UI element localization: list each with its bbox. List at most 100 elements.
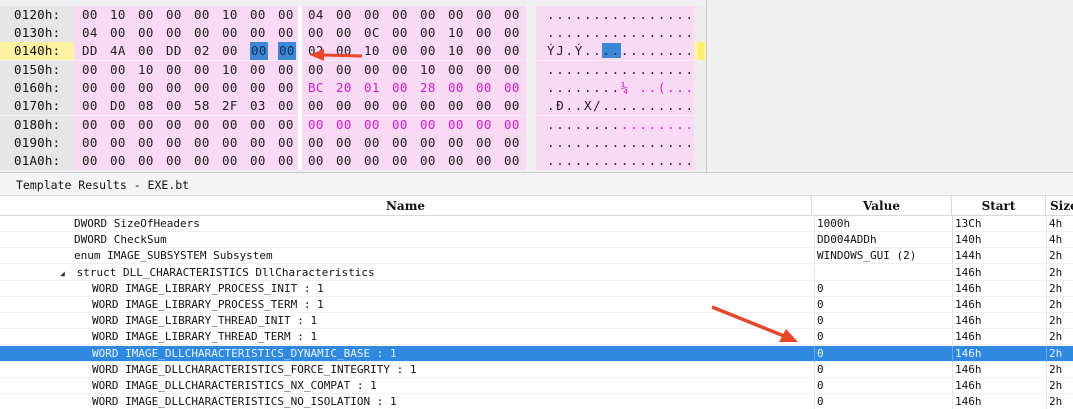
hex-byte[interactable]: 00 <box>250 134 266 152</box>
hex-byte[interactable]: 00 <box>420 152 436 170</box>
hex-byte[interactable]: 10 <box>222 61 238 79</box>
hex-byte[interactable]: 00 <box>392 24 408 42</box>
hex-byte[interactable]: 00 <box>476 134 492 152</box>
template-row[interactable]: WORD IMAGE_DLLCHARACTERISTICS_NO_ISOLATI… <box>0 394 1073 409</box>
hex-byte[interactable]: 00 <box>308 116 324 134</box>
hex-byte[interactable]: 00 <box>336 42 352 60</box>
hex-row[interactable]: 01A0h: 00 00 00 00 00 00 00 00 00 00 00 00 00 00 00 00..… <box>0 152 706 170</box>
hex-byte[interactable]: 10 <box>110 6 126 24</box>
hex-byte[interactable]: 00 <box>392 97 408 115</box>
template-row[interactable]: WORD IMAGE_LIBRARY_PROCESS_TERM : 1 0 146h… <box>0 297 1073 313</box>
hex-byte[interactable]: 00 <box>476 97 492 115</box>
hex-byte[interactable]: 00 <box>476 79 492 97</box>
hex-byte[interactable]: 00 <box>194 152 210 170</box>
hex-byte[interactable]: 00 <box>250 116 266 134</box>
hex-byte[interactable]: 00 <box>392 6 408 24</box>
template-row[interactable]: ◢ struct DLL_CHARACTERISTICS DllCharacte… <box>0 264 1073 281</box>
hex-byte[interactable]: 00 <box>250 42 268 60</box>
template-row[interactable]: DWORD CheckSum DD004ADDh 140h 4h <box>0 232 1073 249</box>
hex-byte[interactable]: 2F <box>222 97 238 115</box>
hex-byte[interactable]: DD <box>82 42 98 60</box>
hex-row[interactable]: 0140h: DD 4A 00 DD 02 00 00 00 02 00 10 00 00 10 00 00 ÝJ… <box>0 42 706 60</box>
hex-byte[interactable]: 00 <box>278 61 294 79</box>
template-row[interactable]: enum IMAGE_SUBSYSTEM Subsystem WINDOWS_GU… <box>0 248 1073 265</box>
hex-ascii[interactable]: .Ð..X/.......... <box>547 97 695 115</box>
hex-byte[interactable]: 00 <box>448 116 464 134</box>
hex-byte[interactable]: 00 <box>166 152 182 170</box>
hex-editor[interactable]: 0120h: 00 10 00 00 00 10 00 00 04 00 00 00 00 00 00 00..… <box>0 0 1073 172</box>
hex-byte[interactable]: 00 <box>250 61 266 79</box>
hex-byte[interactable]: 00 <box>222 24 238 42</box>
hex-byte[interactable]: 00 <box>194 24 210 42</box>
hex-byte[interactable]: 00 <box>222 79 238 97</box>
hex-ascii[interactable]: ................ <box>547 134 695 152</box>
hex-byte[interactable]: 00 <box>222 116 238 134</box>
column-header-start[interactable]: Start <box>952 196 1046 216</box>
hex-byte[interactable]: 58 <box>194 97 210 115</box>
hex-byte[interactable]: 00 <box>504 24 520 42</box>
hex-byte[interactable]: 00 <box>336 6 352 24</box>
template-row[interactable]: WORD IMAGE_DLLCHARACTERISTICS_FORCE_INTE… <box>0 361 1073 378</box>
hex-byte[interactable]: 00 <box>504 42 520 60</box>
hex-byte[interactable]: 00 <box>138 134 154 152</box>
hex-ascii[interactable]: ................ <box>547 61 695 79</box>
hex-byte[interactable]: 00 <box>392 61 408 79</box>
hex-byte[interactable]: 00 <box>110 116 126 134</box>
hex-byte[interactable]: 00 <box>448 61 464 79</box>
hex-byte[interactable]: 00 <box>420 116 436 134</box>
hex-byte[interactable]: 00 <box>308 152 324 170</box>
hex-byte[interactable]: 00 <box>222 42 238 60</box>
hex-byte[interactable]: 00 <box>250 79 266 97</box>
hex-row[interactable]: 0120h: 00 10 00 00 00 10 00 00 04 00 00 00 00 00 00 00..… <box>0 6 706 24</box>
template-row[interactable]: WORD IMAGE_DLLCHARACTERISTICS_NX_COMPAT … <box>0 378 1073 394</box>
hex-byte[interactable]: 00 <box>364 116 380 134</box>
hex-byte[interactable]: 00 <box>448 97 464 115</box>
hex-byte[interactable]: 00 <box>308 24 324 42</box>
hex-byte[interactable]: 00 <box>476 61 492 79</box>
hex-byte[interactable]: 0C <box>364 24 380 42</box>
hex-byte[interactable]: 10 <box>448 24 464 42</box>
hex-byte[interactable]: 00 <box>278 79 294 97</box>
hex-byte[interactable]: 00 <box>336 97 352 115</box>
hex-byte[interactable]: 00 <box>392 116 408 134</box>
hex-byte[interactable]: 10 <box>420 61 436 79</box>
hex-byte[interactable]: 00 <box>364 61 380 79</box>
hex-byte[interactable]: 00 <box>476 116 492 134</box>
hex-byte[interactable]: 00 <box>308 61 324 79</box>
hex-byte[interactable]: 00 <box>448 134 464 152</box>
hex-byte[interactable]: 00 <box>110 24 126 42</box>
hex-byte[interactable]: 00 <box>392 79 408 97</box>
hex-row[interactable]: 0160h: 00 00 00 00 00 00 00 00 BC 20 01 00 28 00 00 00..… <box>0 79 706 97</box>
hex-byte[interactable]: 10 <box>448 42 464 60</box>
hex-byte[interactable]: 00 <box>336 61 352 79</box>
hex-byte[interactable]: 00 <box>504 134 520 152</box>
hex-ascii[interactable]: ........¼ ..(... <box>547 79 695 97</box>
hex-byte[interactable]: 00 <box>166 6 182 24</box>
hex-byte[interactable]: 00 <box>504 79 520 97</box>
hex-byte[interactable]: 02 <box>194 42 210 60</box>
hex-byte[interactable]: 00 <box>504 116 520 134</box>
hex-byte[interactable]: 00 <box>336 152 352 170</box>
hex-byte[interactable]: 02 <box>308 42 324 60</box>
hex-byte[interactable]: BC <box>308 79 324 97</box>
hex-byte[interactable]: 00 <box>138 152 154 170</box>
hex-byte[interactable]: 04 <box>308 6 324 24</box>
hex-byte[interactable]: 04 <box>82 24 98 42</box>
hex-row[interactable]: 0180h: 00 00 00 00 00 00 00 00 00 00 00 00 00 00 00 00..… <box>0 116 706 134</box>
hex-byte[interactable]: 00 <box>336 24 352 42</box>
hex-byte[interactable]: 00 <box>392 42 408 60</box>
hex-byte[interactable]: 00 <box>420 42 436 60</box>
hex-byte[interactable]: 00 <box>250 152 266 170</box>
hex-byte[interactable]: 00 <box>82 134 98 152</box>
hex-byte[interactable]: 00 <box>222 152 238 170</box>
hex-byte[interactable]: 00 <box>194 134 210 152</box>
hex-byte[interactable]: 00 <box>392 152 408 170</box>
template-row[interactable]: DWORD SizeOfHeaders 1000h 13Ch 4h <box>0 216 1073 232</box>
hex-byte[interactable]: 03 <box>250 97 266 115</box>
hex-byte[interactable]: 00 <box>476 6 492 24</box>
template-row[interactable]: WORD IMAGE_LIBRARY_THREAD_TERM : 1 0 146h 2… <box>0 329 1073 346</box>
column-header-value[interactable]: Value <box>812 196 952 216</box>
hex-byte[interactable]: 00 <box>82 97 98 115</box>
template-row[interactable]: WORD IMAGE_LIBRARY_THREAD_INIT : 1 0 146h 2… <box>0 313 1073 330</box>
hex-byte[interactable]: 00 <box>250 24 266 42</box>
